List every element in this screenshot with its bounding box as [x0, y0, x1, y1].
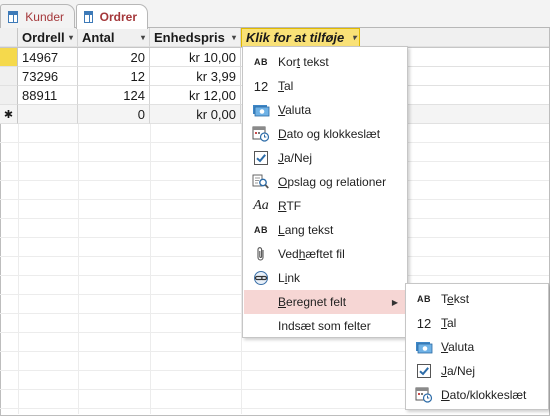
tab-ordrer[interactable]: Ordrer — [76, 4, 148, 29]
menu-item-number[interactable]: 12 Tal — [244, 74, 406, 98]
cell-enhedspris[interactable]: kr 3,99 — [150, 67, 241, 86]
record-selector[interactable] — [0, 48, 18, 67]
grid-divider — [150, 124, 151, 414]
menu-item-hyperlink[interactable]: Link — [244, 266, 406, 290]
menu-item-label: Opslag og relationer — [278, 175, 387, 189]
field-type-menu: AB Kort tekst 12 Tal Valuta Dato og klok… — [242, 46, 408, 338]
dropdown-arrow-icon[interactable]: ▾ — [141, 33, 145, 42]
tab-kunder[interactable]: Kunder — [0, 4, 75, 29]
menu-item-label: Tekst — [441, 292, 470, 306]
menu-item-label: Tal — [441, 316, 457, 330]
cell-antal[interactable]: 20 — [78, 48, 150, 67]
menu-item-attachment[interactable]: Vedhæftet fil — [244, 242, 406, 266]
text-icon: AB — [417, 294, 431, 304]
header-filler — [360, 28, 549, 47]
submenu-item-yes-no[interactable]: Ja/Nej — [407, 359, 547, 383]
menu-item-label: Valuta — [441, 340, 475, 354]
column-header-label: Antal — [82, 29, 115, 45]
cell-enhedspris[interactable]: kr 0,00 — [150, 105, 241, 124]
cell-antal[interactable]: 0 — [78, 105, 150, 124]
menu-item-currency[interactable]: Valuta — [244, 98, 406, 122]
dropdown-arrow-icon[interactable]: ▾ — [232, 33, 236, 42]
column-header-ordre[interactable]: Ordrell ▾ — [18, 28, 78, 47]
record-selector[interactable] — [0, 86, 18, 105]
menu-item-label: Ja/Nej — [278, 151, 313, 165]
menu-item-calculated-field[interactable]: Beregnet felt ▶ — [244, 290, 406, 314]
lookup-icon — [248, 174, 274, 190]
cell-ordre[interactable]: 73296 — [18, 67, 78, 86]
menu-item-paste-as-fields[interactable]: Indsæt som felter — [244, 314, 406, 338]
submenu-item-number[interactable]: 12 Tal — [407, 311, 547, 335]
new-record-icon[interactable]: ✱ — [0, 105, 18, 124]
calculated-field-submenu: AB Tekst 12 Tal Valuta Ja/Nej Dato/klokk… — [405, 283, 549, 410]
grid-divider — [18, 124, 19, 414]
rich-text-icon: Aa — [253, 198, 269, 213]
record-selector[interactable] — [0, 67, 18, 86]
menu-item-label: Link — [278, 271, 301, 285]
menu-item-label: Dato/klokkeslæt — [441, 388, 527, 402]
dropdown-arrow-icon[interactable]: ▾ — [69, 33, 73, 42]
paperclip-icon — [248, 246, 274, 262]
submenu-item-text[interactable]: AB Tekst — [407, 287, 547, 311]
cell-enhedspris[interactable]: kr 12,00 — [150, 86, 241, 105]
link-icon — [248, 270, 274, 286]
column-header-antal[interactable]: Antal ▾ — [78, 28, 150, 47]
table-icon — [8, 11, 19, 23]
cell-enhedspris[interactable]: kr 10,00 — [150, 48, 241, 67]
menu-item-label: Dato og klokkeslæt — [278, 127, 381, 141]
number-icon: 12 — [416, 315, 432, 331]
column-header-label: Enhedspris — [154, 29, 225, 45]
table-icon — [84, 11, 93, 23]
short-text-icon: AB — [254, 57, 268, 67]
grid-divider — [78, 124, 79, 414]
menu-item-label: RTF — [278, 199, 302, 213]
currency-icon — [248, 102, 274, 118]
menu-item-label: Beregnet felt — [278, 295, 347, 309]
checkbox-icon — [411, 363, 437, 379]
submenu-item-currency[interactable]: Valuta — [407, 335, 547, 359]
date-time-icon — [248, 126, 274, 142]
cell-ordre[interactable]: 88911 — [18, 86, 78, 105]
menu-item-lookup[interactable]: Opslag og relationer — [244, 170, 406, 194]
menu-item-rich-text[interactable]: Aa RTF — [244, 194, 406, 218]
select-all-corner[interactable] — [0, 28, 18, 47]
cell-ordre[interactable]: 14967 — [18, 48, 78, 67]
date-time-icon — [411, 387, 437, 403]
menu-item-label: Ja/Nej — [441, 364, 476, 378]
cell-ordre[interactable] — [18, 105, 78, 124]
object-tabs: Kunder Ordrer — [0, 0, 550, 29]
long-text-icon: AB — [254, 225, 268, 235]
menu-item-label: Kort tekst — [278, 55, 329, 69]
number-icon: 12 — [253, 78, 269, 94]
menu-item-label: Vedhæftet fil — [278, 247, 345, 261]
checkbox-icon — [248, 150, 274, 166]
menu-item-yes-no[interactable]: Ja/Nej — [244, 146, 406, 170]
menu-item-label: Indsæt som felter — [278, 319, 371, 333]
menu-item-label: Tal — [278, 79, 294, 93]
column-header-label: Klik for at tilføje — [246, 30, 345, 45]
menu-item-label: Valuta — [278, 103, 312, 117]
column-header-label: Ordrell — [22, 29, 65, 45]
column-header-enhedspris[interactable]: Enhedspris ▾ — [150, 28, 241, 47]
menu-item-date-time[interactable]: Dato og klokkeslæt — [244, 122, 406, 146]
tab-label: Ordrer — [99, 10, 137, 24]
currency-icon — [411, 339, 437, 355]
menu-item-label: Lang tekst — [278, 223, 334, 237]
cell-antal[interactable]: 12 — [78, 67, 150, 86]
submenu-item-date-time[interactable]: Dato/klokkeslæt — [407, 383, 547, 407]
dropdown-arrow-icon[interactable]: ▾ — [352, 33, 356, 42]
menu-item-short-text[interactable]: AB Kort tekst — [244, 50, 406, 74]
cell-antal[interactable]: 124 — [78, 86, 150, 105]
column-header-add-field[interactable]: Klik for at tilføje ▾ — [241, 28, 360, 47]
submenu-arrow-icon: ▶ — [391, 297, 398, 307]
menu-item-long-text[interactable]: AB Lang tekst — [244, 218, 406, 242]
header-row: Ordrell ▾ Antal ▾ Enhedspris ▾ Klik for … — [0, 28, 549, 48]
tab-label: Kunder — [25, 10, 64, 24]
